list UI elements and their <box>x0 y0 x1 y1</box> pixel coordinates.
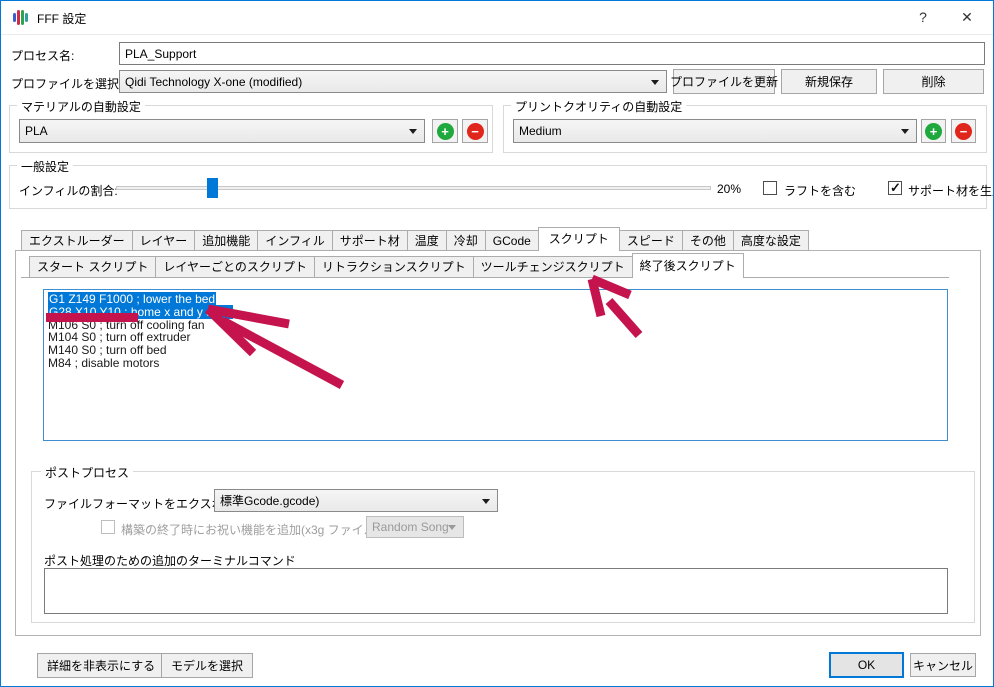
ok-button[interactable]: OK <box>829 652 904 678</box>
export-format-combobox[interactable]: 標準Gcode.gcode) <box>214 489 498 512</box>
raft-checkbox[interactable] <box>763 181 777 195</box>
chevron-down-icon <box>482 499 490 504</box>
celebration-song-combobox[interactable]: Random Song <box>366 516 464 538</box>
chevron-down-icon <box>409 129 417 134</box>
export-format-value: 標準Gcode.gcode) <box>220 492 319 509</box>
script-tab-bar: スタート スクリプト レイヤーごとのスクリプト リトラクションスクリプト ツール… <box>29 253 744 278</box>
material-value: PLA <box>25 124 48 138</box>
support-label: サポート材を生成 <box>908 182 994 199</box>
script-line: G1 Z149 F1000 ; lower the bed <box>48 293 943 306</box>
material-group-title: マテリアルの自動設定 <box>17 98 145 115</box>
script-line: M104 S0 ; turn off extruder <box>48 331 943 344</box>
subtab-ending-script[interactable]: 終了後スクリプト <box>632 253 744 278</box>
subtab-retraction-script[interactable]: リトラクションスクリプト <box>314 256 474 278</box>
infill-slider-track[interactable] <box>116 186 711 190</box>
tab-speed[interactable]: スピード <box>619 230 683 251</box>
raft-label: ラフトを含む <box>784 182 856 199</box>
tab-gcode[interactable]: GCode <box>485 230 539 251</box>
profile-select-label: プロファイルを選択: <box>11 75 122 92</box>
cancel-button[interactable]: キャンセル <box>910 653 976 677</box>
delete-button[interactable]: 削除 <box>883 69 984 94</box>
process-name-input[interactable]: PLA_Support <box>119 42 985 65</box>
celebration-song-value: Random Song <box>372 520 449 534</box>
support-checkbox[interactable] <box>888 181 902 195</box>
material-add-button[interactable]: + <box>432 119 458 143</box>
title-bar: FFF 設定 ? ✕ <box>1 1 993 35</box>
script-line: G28 X10 Y10 ; home x and y axes <box>48 306 943 319</box>
terminal-commands-label: ポスト処理のための追加のターミナルコマンド <box>44 552 296 569</box>
tab-support[interactable]: サポート材 <box>332 230 408 251</box>
tab-layer[interactable]: レイヤー <box>132 230 196 251</box>
material-combobox[interactable]: PLA <box>19 119 425 143</box>
app-logo-icon <box>13 9 31 26</box>
update-profile-button[interactable]: プロファイルを更新 <box>673 69 775 94</box>
tab-advanced[interactable]: 高度な設定 <box>733 230 809 251</box>
tab-extruder[interactable]: エクストルーダー <box>21 230 133 251</box>
infill-label: インフィルの割合: <box>19 182 118 199</box>
tab-cooling[interactable]: 冷却 <box>446 230 486 251</box>
chevron-down-icon <box>448 525 456 530</box>
fff-settings-dialog: FFF 設定 ? ✕ プロセス名: PLA_Support プロファイルを選択:… <box>0 0 994 687</box>
script-line: M140 S0 ; turn off bed <box>48 344 943 357</box>
subtab-layer-change-script[interactable]: レイヤーごとのスクリプト <box>155 256 315 278</box>
tab-infill[interactable]: インフィル <box>257 230 332 251</box>
quality-value: Medium <box>519 124 562 138</box>
save-new-button[interactable]: 新規保存 <box>781 69 877 94</box>
quality-add-button[interactable]: + <box>921 119 946 143</box>
celebration-checkbox[interactable] <box>101 520 115 534</box>
material-remove-button[interactable]: − <box>462 119 488 143</box>
main-tab-bar: エクストルーダー レイヤー 追加機能 インフィル サポート材 温度 冷却 GCo… <box>21 227 809 251</box>
chevron-down-icon <box>901 129 909 134</box>
tab-other[interactable]: その他 <box>682 230 734 251</box>
script-line: M84 ; disable motors <box>48 357 943 370</box>
plus-icon: + <box>437 123 454 140</box>
ending-script-textarea[interactable]: G1 Z149 F1000 ; lower the bed G28 X10 Y1… <box>43 289 948 441</box>
terminal-commands-textarea[interactable] <box>44 568 948 614</box>
infill-slider-handle[interactable] <box>207 178 218 198</box>
profile-value: Qidi Technology X-one (modified) <box>125 75 302 89</box>
plus-icon: + <box>925 123 942 140</box>
subtab-starting-script[interactable]: スタート スクリプト <box>29 256 156 278</box>
hide-details-button[interactable]: 詳細を非表示にする <box>37 653 165 678</box>
quality-group-title: プリントクオリティの自動設定 <box>511 98 686 115</box>
tab-temperature[interactable]: 温度 <box>407 230 447 251</box>
postprocess-group-title: ポストプロセス <box>41 464 133 481</box>
help-button[interactable]: ? <box>905 1 941 33</box>
process-name-label: プロセス名: <box>11 47 74 64</box>
subtab-tool-change-script[interactable]: ツールチェンジスクリプト <box>473 256 633 278</box>
tab-scripts[interactable]: スクリプト <box>538 227 620 251</box>
minus-icon: − <box>467 123 484 140</box>
select-models-button[interactable]: モデルを選択 <box>161 653 253 678</box>
close-button[interactable]: ✕ <box>949 1 985 33</box>
tab-additions[interactable]: 追加機能 <box>194 230 258 251</box>
window-title: FFF 設定 <box>37 10 86 27</box>
quality-remove-button[interactable]: − <box>951 119 976 143</box>
minus-icon: − <box>955 123 972 140</box>
general-group-title: 一般設定 <box>17 158 73 175</box>
infill-percent-value: 20% <box>717 182 741 196</box>
quality-combobox[interactable]: Medium <box>513 119 917 143</box>
profile-combobox[interactable]: Qidi Technology X-one (modified) <box>119 70 667 93</box>
chevron-down-icon <box>651 80 659 85</box>
